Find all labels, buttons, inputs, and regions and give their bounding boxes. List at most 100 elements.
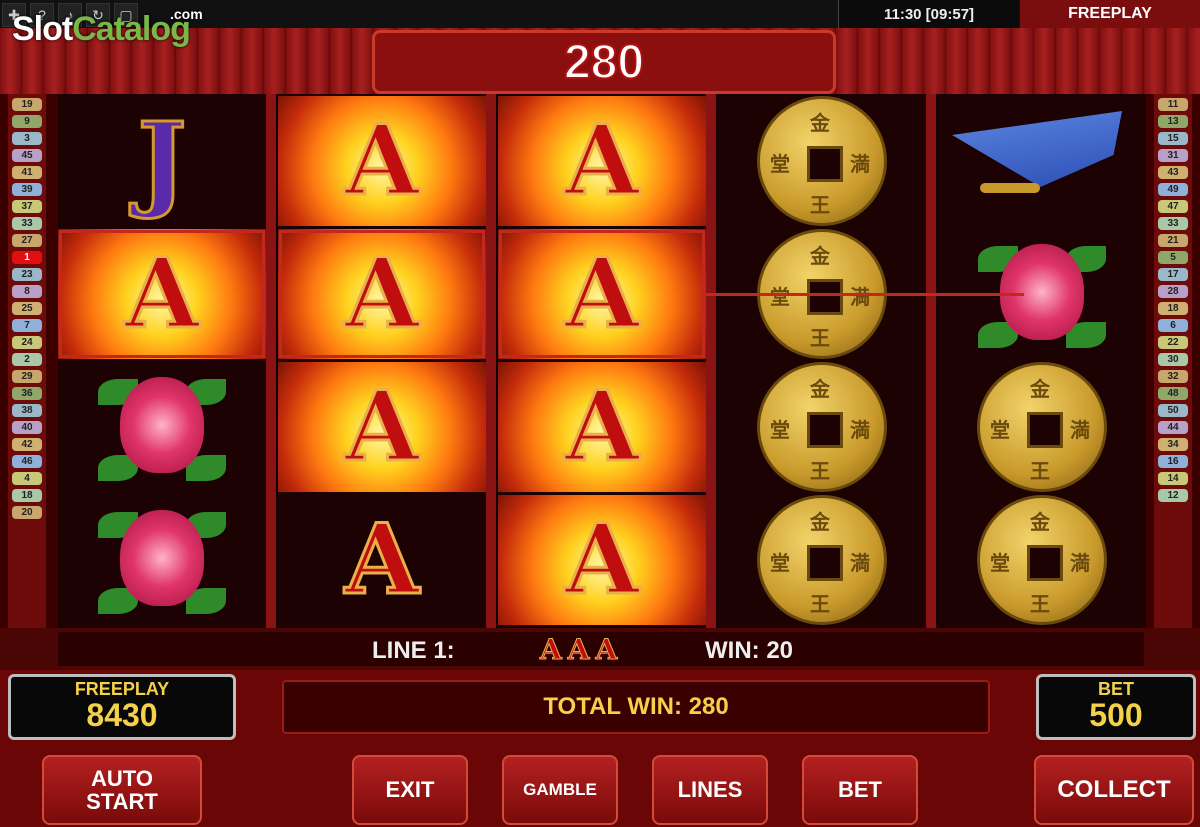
line-indicator: 16 <box>1158 455 1188 468</box>
freeplay-value: 8430 <box>86 697 158 734</box>
symbol-a-glyph: A <box>343 503 421 616</box>
line-indicator: 12 <box>1158 489 1188 502</box>
line-indicator: 7 <box>12 319 42 332</box>
coin-icon: 金王堂満 <box>977 495 1107 625</box>
exit-button[interactable]: EXIT <box>352 755 468 825</box>
collect-button[interactable]: COLLECT <box>1034 755 1194 825</box>
gamble-button[interactable]: GAMBLE <box>502 755 618 825</box>
logo-part-1: Slot <box>12 10 73 48</box>
symbol-coin: 金王堂満 <box>718 362 926 492</box>
symbol-a: A <box>278 229 486 359</box>
symbol-coin: 金王堂満 <box>938 495 1146 625</box>
line-indicator: 48 <box>1158 387 1188 400</box>
coin-icon: 金王堂満 <box>757 96 887 226</box>
line-indicator: 8 <box>12 285 42 298</box>
line-indicator: 37 <box>12 200 42 213</box>
reel-area: JAAAAAAAAA金王堂満金王堂満金王堂満金王堂満金王堂満金王堂満 <box>58 94 1146 628</box>
line-indicator: 18 <box>12 489 42 502</box>
coin-icon: 金王堂満 <box>757 362 887 492</box>
line-label: LINE 1: <box>372 637 455 664</box>
reel-1: JA <box>58 94 266 628</box>
line-indicator: 47 <box>1158 200 1188 213</box>
symbol-a-glyph: A <box>563 370 641 483</box>
line-indicator: 33 <box>12 217 42 230</box>
freeplay-label: FREEPLAY <box>74 679 170 700</box>
line-indicator: 46 <box>12 455 42 468</box>
reel-separator <box>486 94 496 628</box>
line-indicator: 2 <box>12 353 42 366</box>
reel-5: 金王堂満金王堂満 <box>938 94 1146 628</box>
line-indicator: 25 <box>12 302 42 315</box>
symbol-a: A <box>278 495 486 625</box>
symbol-a: A <box>498 96 706 226</box>
fan-icon <box>952 111 1132 211</box>
symbol-coin: 金王堂満 <box>938 362 1146 492</box>
freeplay-meter: FREEPLAY 8430 <box>8 674 236 740</box>
line-indicator: 18 <box>1158 302 1188 315</box>
symbol-j: J <box>58 96 266 226</box>
line-indicator: 28 <box>1158 285 1188 298</box>
line-indicator: 14 <box>1158 472 1188 485</box>
line-indicator: 4 <box>12 472 42 485</box>
symbol-j-glyph: J <box>136 99 188 222</box>
line-indicator: 13 <box>1158 115 1188 128</box>
reel-separator <box>926 94 936 628</box>
symbol-a: A <box>278 362 486 492</box>
line-indicator: 33 <box>1158 217 1188 230</box>
symbol-a: A <box>58 229 266 359</box>
coin-icon: 金王堂満 <box>977 362 1107 492</box>
symbol-a: A <box>278 96 486 226</box>
symbol-a-glyph: A <box>343 237 421 350</box>
reel-3: AAAA <box>498 94 706 628</box>
line-indicator: 3 <box>12 132 42 145</box>
auto-start-button[interactable]: AUTO START <box>42 755 202 825</box>
flower-icon <box>98 504 226 616</box>
line-indicator: 31 <box>1158 149 1188 162</box>
line-indicator: 49 <box>1158 183 1188 196</box>
line-indicator: 17 <box>1158 268 1188 281</box>
symbol-a: A <box>498 362 706 492</box>
line-indicator: 9 <box>12 115 42 128</box>
line-indicator: 24 <box>12 336 42 349</box>
symbol-flower <box>58 495 266 625</box>
flower-icon <box>98 371 226 483</box>
mode-label: FREEPLAY <box>1020 0 1200 28</box>
bet-label: BET <box>1098 679 1134 700</box>
line-indicator: 44 <box>1158 421 1188 434</box>
reel-separator <box>266 94 276 628</box>
line-indicator: 50 <box>1158 404 1188 417</box>
left-line-indicators: 19 9 3 45 41 39 37 33 27 1 23 8 25 7 24 2 29 36 38 40 42 46 4 1… <box>8 94 46 628</box>
symbol-flower <box>58 362 266 492</box>
logo-suffix: .com <box>170 6 203 22</box>
symbol-a-glyph: A <box>343 104 421 217</box>
symbol-a-glyph: A <box>563 503 641 616</box>
win-value: 280 <box>563 35 645 90</box>
lines-button[interactable]: LINES <box>652 755 768 825</box>
line-indicator: 32 <box>1158 370 1188 383</box>
total-win: TOTAL WIN: 280 <box>282 680 990 734</box>
symbol-a: A <box>498 229 706 359</box>
symbol-coin: 金王堂満 <box>718 495 926 625</box>
line-indicator: 39 <box>12 183 42 196</box>
win-display: 280 <box>372 30 836 94</box>
line-symbols: AAA <box>539 633 624 667</box>
line-indicator: 45 <box>12 149 42 162</box>
symbol-coin: 金王堂満 <box>718 96 926 226</box>
right-line-indicators: 11 13 15 31 43 49 47 33 21 5 17 28 18 6 22 30 32 48 50 44 34… <box>1154 94 1192 628</box>
line-indicator: 34 <box>1158 438 1188 451</box>
line-indicator: 43 <box>1158 166 1188 179</box>
bet-meter: BET 500 <box>1036 674 1196 740</box>
line-indicator: 21 <box>1158 234 1188 247</box>
reel-separator <box>706 94 716 628</box>
line-indicator: 27 <box>12 234 42 247</box>
line-indicator: 11 <box>1158 98 1188 111</box>
symbol-a-glyph: A <box>123 237 201 350</box>
bet-button[interactable]: BET <box>802 755 918 825</box>
symbol-a-glyph: A <box>563 104 641 217</box>
line-indicator: 36 <box>12 387 42 400</box>
line-indicator: 40 <box>12 421 42 434</box>
symbol-fan <box>938 96 1146 226</box>
symbol-a: A <box>498 495 706 625</box>
coin-icon: 金王堂満 <box>757 495 887 625</box>
payline-indicator <box>706 293 1024 296</box>
